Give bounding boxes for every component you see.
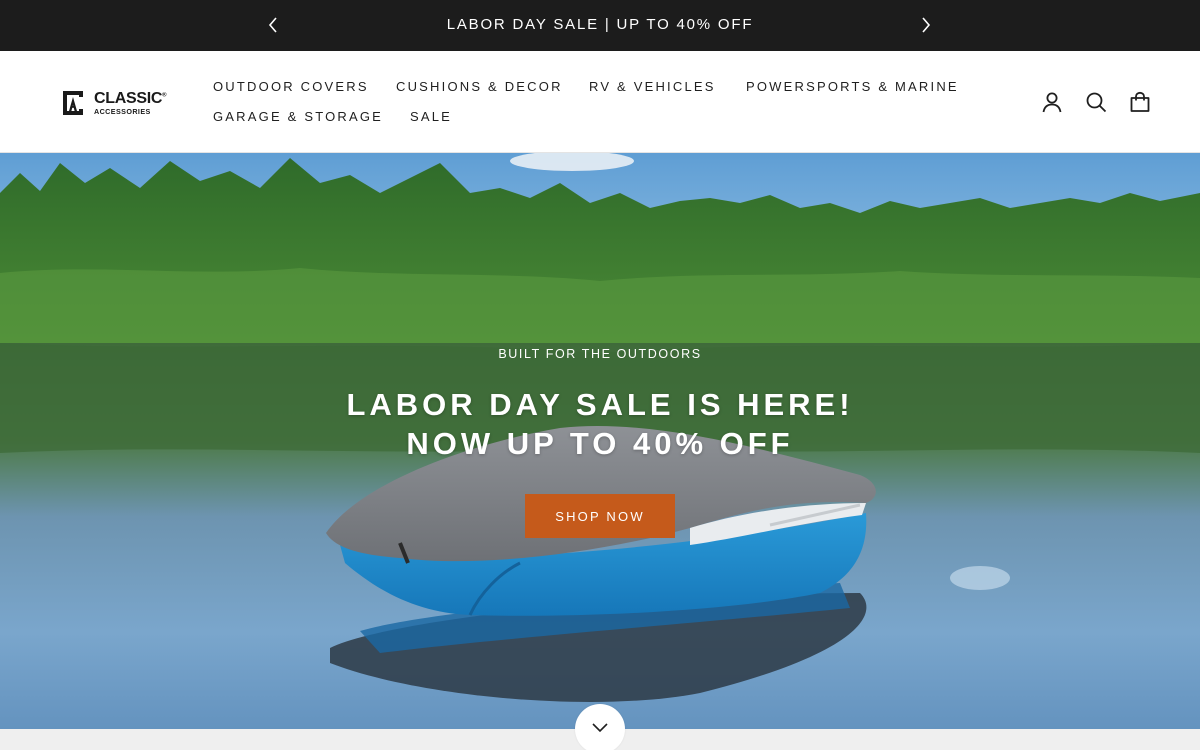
hero-title: LABOR DAY SALE IS HERE! NOW UP TO 40% OF… <box>0 385 1200 463</box>
brand-logo-mark-icon <box>63 91 83 115</box>
nav-outdoor-covers[interactable]: OUTDOOR COVERS <box>213 79 369 94</box>
chevron-down-icon <box>592 723 608 733</box>
hero-banner: BUILT FOR THE OUTDOORS LABOR DAY SALE IS… <box>0 153 1200 729</box>
hero-title-line-1: LABOR DAY SALE IS HERE! <box>346 387 854 422</box>
nav-sale[interactable]: SALE <box>410 109 452 124</box>
cart-icon[interactable] <box>1128 90 1152 114</box>
logo-registered-mark: ® <box>162 92 167 99</box>
site-header: CLASSIC® ACCESSORIES OUTDOOR COVERS CUSH… <box>0 51 1200 153</box>
logo-sub-text: ACCESSORIES <box>94 106 151 116</box>
nav-cushions-decor[interactable]: CUSHIONS & DECOR <box>396 79 563 94</box>
chevron-right-icon[interactable] <box>915 14 937 36</box>
search-icon[interactable] <box>1084 90 1108 114</box>
shop-now-button[interactable]: SHOP NOW <box>525 494 675 538</box>
hero-title-line-2: NOW UP TO 40% OFF <box>406 426 794 461</box>
announcement-bar: LABOR DAY SALE | UP TO 40% OFF <box>0 0 1200 51</box>
nav-rv-vehicles[interactable]: RV & VEHICLES <box>589 79 716 94</box>
account-icon[interactable] <box>1040 90 1064 114</box>
scroll-down-button[interactable] <box>575 704 625 750</box>
nav-garage-storage[interactable]: GARAGE & STORAGE <box>213 109 383 124</box>
brand-logo[interactable]: CLASSIC® ACCESSORIES <box>58 87 168 119</box>
logo-main-text: CLASSIC <box>94 89 163 107</box>
nav-powersports-marine[interactable]: POWERSPORTS & MARINE <box>746 79 959 94</box>
announcement-text[interactable]: LABOR DAY SALE | UP TO 40% OFF <box>0 16 1200 33</box>
hero-eyebrow: BUILT FOR THE OUTDOORS <box>498 347 702 361</box>
